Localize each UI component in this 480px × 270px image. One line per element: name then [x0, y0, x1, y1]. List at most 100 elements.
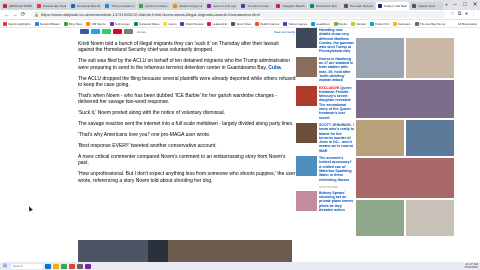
bookmark-item[interactable]: Interest	[350, 21, 366, 26]
profile-icon[interactable]: ●	[463, 11, 470, 18]
url-text[interactable]: https://www.dailymail.co.uk/news/article…	[41, 12, 260, 17]
browser-tab[interactable]: The seat: Recycled	[341, 2, 375, 10]
bookmarks-bar: Sports Highlights Social Affiliates Bing S…	[0, 20, 480, 28]
bookmark-item[interactable]: Books	[333, 21, 347, 26]
all-bookmarks-link[interactable]: All Bookmarks	[458, 22, 477, 26]
story-headline[interactable]: Haunting new details show very different…	[319, 28, 354, 54]
web-page: shares View comments Kristi Noem told a …	[0, 28, 480, 263]
story-headline[interactable]: SCOTT JENNINGS: I know who's really to b…	[319, 123, 354, 153]
story-thumbnail[interactable]	[296, 28, 317, 48]
taskbar-app-icon[interactable]	[85, 263, 91, 269]
bookmark-item[interactable]: Twitter Kid	[369, 21, 389, 26]
sidebar-story[interactable]: SCOTT JENNINGS: I know who's really to b…	[296, 122, 354, 153]
taskbar-app-icon[interactable]	[77, 263, 83, 269]
related-image[interactable]	[356, 158, 454, 198]
sidebar-story[interactable]: EXCLUSIVE Queen frontman Freddie Mercury…	[296, 85, 354, 120]
bookmark-item[interactable]: Technology	[109, 21, 130, 26]
story-thumbnail[interactable]	[296, 156, 317, 177]
related-image[interactable]	[356, 38, 404, 78]
browser-tab[interactable]: Today's 'ICE Barbie' Kri	[375, 2, 409, 10]
share-button[interactable]	[113, 29, 122, 34]
tab-title: Ye was a former	[247, 4, 270, 8]
bookmark-item[interactable]: Outstand Wave	[133, 21, 159, 26]
bookmark-item[interactable]: Bing Sites	[63, 21, 82, 26]
taskbar-app-icon[interactable]	[45, 263, 51, 269]
view-comments-link[interactable]: View comments	[274, 30, 295, 34]
bookmark-item[interactable]: Sunbeam	[392, 21, 411, 26]
share-button[interactable]	[124, 29, 133, 34]
bookmark-item[interactable]: OM Sports	[86, 21, 106, 26]
browser-tab[interactable]: Ye was a former	[239, 2, 273, 10]
bookmark-item[interactable]: Chart Review	[180, 21, 203, 26]
related-image[interactable]	[356, 200, 404, 236]
tab-strip: [WATCH]YTCBRC: MO... Kansas law, Texas Ad…	[0, 0, 480, 10]
taskbar-app-icon[interactable]	[53, 263, 59, 269]
taskbar-app-icon[interactable]	[69, 263, 75, 269]
bookmark-item[interactable]: Reddit Games	[255, 21, 279, 26]
sidebar-story[interactable]: Britney Spears' shocking act on private …	[296, 190, 354, 212]
system-clock[interactable]: 11:47 AM 5/23/2025	[465, 262, 478, 270]
extensions-icon[interactable]: ⧉	[456, 11, 463, 18]
taskbar-app-icon[interactable]	[61, 263, 67, 269]
story-thumbnail[interactable]	[296, 85, 317, 106]
star-icon[interactable]: ☆	[449, 11, 456, 18]
article-paragraph: That's when Noem - who has been dubbed '…	[78, 92, 278, 106]
related-image[interactable]	[406, 38, 454, 78]
browser-tab[interactable]: [WATCH]YTCBRC: MO...	[1, 2, 35, 10]
bookmark-item[interactable]: The last Bay Dema	[414, 21, 446, 26]
tab-title: Kansas law, Texas Addict	[43, 4, 67, 8]
cuba-link[interactable]: Cuba	[268, 65, 281, 71]
bookmark-item[interactable]: Yahoo Games	[283, 21, 308, 26]
bookmark-item[interactable]: Social Affiliates	[34, 21, 60, 26]
menu-icon[interactable]: ⋮	[470, 11, 477, 18]
windows-icon[interactable]: ⊞	[2, 263, 8, 269]
story-thumbnail[interactable]	[296, 122, 317, 143]
browser-tab[interactable]: Instagram Sketches	[273, 2, 307, 10]
browser-tab[interactable]: Trump mockers again win	[103, 2, 137, 10]
sidebar-story[interactable]: Haunting new details show very different…	[296, 28, 354, 54]
bookmark-item[interactable]: Headlines	[311, 21, 330, 26]
reload-icon[interactable]: ⟳	[19, 11, 27, 19]
related-image[interactable]	[356, 80, 454, 118]
bookmark-item[interactable]: Sports Highlights	[3, 21, 31, 26]
taskbar-search-input[interactable]: Search	[11, 263, 43, 269]
bookmark-label: Yahoo Games	[288, 21, 308, 26]
article-video[interactable]	[78, 240, 292, 263]
story-headline[interactable]: The summer's hottest accessory? A chille…	[319, 156, 354, 182]
bookmark-item[interactable]: Sport Sites	[231, 21, 251, 26]
bookmark-favicon-icon	[333, 21, 338, 26]
share-button[interactable]	[80, 29, 89, 34]
minimize-button[interactable]: –	[450, 0, 460, 10]
browser-tab[interactable]: Caption Quiz	[409, 2, 443, 10]
related-image[interactable]	[406, 120, 454, 156]
sidebar-story[interactable]: Horror in Hamburg as 17 are stabbed in t…	[296, 56, 354, 83]
related-image[interactable]	[356, 120, 404, 156]
new-tab-button[interactable]: +	[443, 2, 450, 10]
article-paragraph: A more critical commenter compared Noem'…	[78, 153, 286, 167]
browser-tab[interactable]: Hymns Conkay Holding	[137, 2, 171, 10]
share-button[interactable]	[102, 29, 111, 34]
story-thumbnail[interactable]	[296, 190, 317, 211]
share-button[interactable]	[91, 29, 100, 34]
browser-tab[interactable]: Kansas law, Texas Addict	[35, 2, 69, 10]
browser-tab[interactable]: Kristi Noem Eric	[307, 2, 341, 10]
browser-tab[interactable]: eyes on your eye	[205, 2, 239, 10]
story-headline[interactable]: Horror in Hamburg as 17 are stabbed in t…	[319, 57, 354, 83]
sidebar-story[interactable]: The summer's hottest accessory? A chille…	[296, 156, 354, 182]
article-paragraph: 'Best response EVER!!' tweeted another c…	[78, 142, 217, 149]
forward-arrow-icon[interactable]: →	[11, 11, 19, 19]
back-arrow-icon[interactable]: ←	[3, 11, 11, 19]
bookmark-item[interactable]: Hours	[163, 21, 176, 26]
browser-tab[interactable]: Democrat Rep Shar Drama	[69, 2, 103, 10]
bookmark-item[interactable]: Leadership	[207, 21, 227, 26]
browser-tab[interactable]: Rocket songs content	[171, 2, 205, 10]
tab-title: Caption Quiz	[417, 4, 436, 8]
bookmark-label: The last Bay Dema	[419, 21, 446, 26]
related-image[interactable]	[406, 200, 454, 236]
story-headline[interactable]: EXCLUSIVE Queen frontman Freddie Mercury…	[319, 86, 354, 120]
address-bar[interactable]: 🔒 https://www.dailymail.co.uk/news/artic…	[31, 11, 445, 18]
story-thumbnail[interactable]	[296, 56, 317, 77]
maximize-button[interactable]: □	[460, 0, 470, 10]
story-headline[interactable]: Britney Spears' shocking act on private …	[319, 191, 354, 212]
close-window-button[interactable]: ✕	[470, 0, 480, 10]
